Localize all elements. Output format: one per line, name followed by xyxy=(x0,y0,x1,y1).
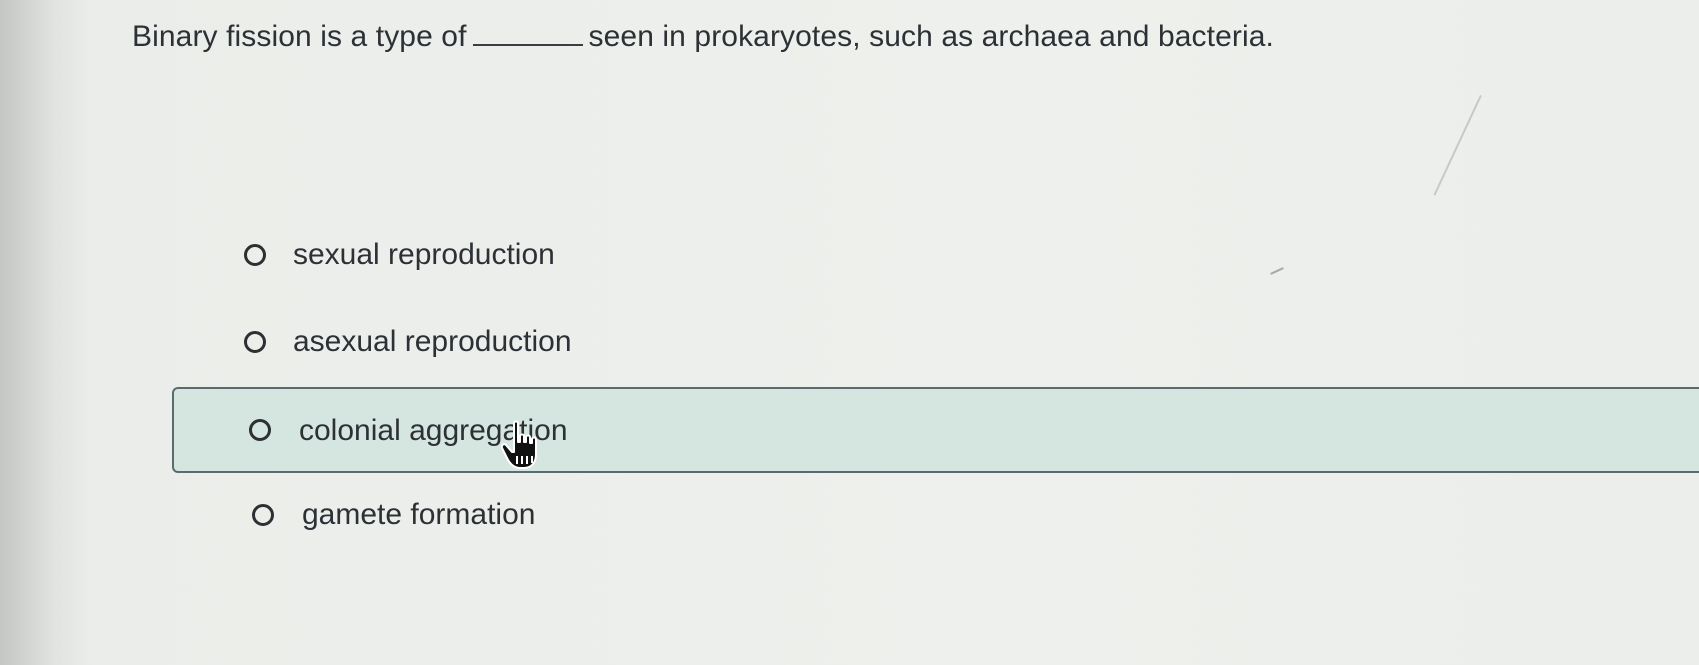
answer-blank xyxy=(472,20,583,46)
option-gamete-formation[interactable]: gamete formation xyxy=(172,474,1699,558)
option-label: sexual reproduction xyxy=(293,238,555,271)
option-asexual-reproduction[interactable]: asexual reproduction xyxy=(172,301,1699,385)
option-sexual-reproduction[interactable]: sexual reproduction xyxy=(172,214,1699,298)
radio-empty-icon[interactable] xyxy=(244,244,266,266)
question-text: Binary fission is a type of seen in proka… xyxy=(132,20,1274,54)
radio-empty-icon[interactable] xyxy=(244,331,266,353)
radio-empty-icon[interactable] xyxy=(249,419,271,441)
hand-pointer-cursor-icon xyxy=(500,420,537,469)
option-colonial-aggregation[interactable]: colonial aggregation xyxy=(172,387,1699,473)
radio-empty-icon[interactable] xyxy=(252,504,274,526)
screen-edge-shadow xyxy=(0,0,90,665)
question-text-after-blank: seen in prokaryotes, such as archaea and… xyxy=(588,20,1274,53)
option-label: asexual reproduction xyxy=(293,325,572,358)
question-text-before-blank: Binary fission is a type of xyxy=(132,20,467,53)
screen-glare-mark xyxy=(1433,95,1482,196)
option-label: gamete formation xyxy=(302,498,536,531)
